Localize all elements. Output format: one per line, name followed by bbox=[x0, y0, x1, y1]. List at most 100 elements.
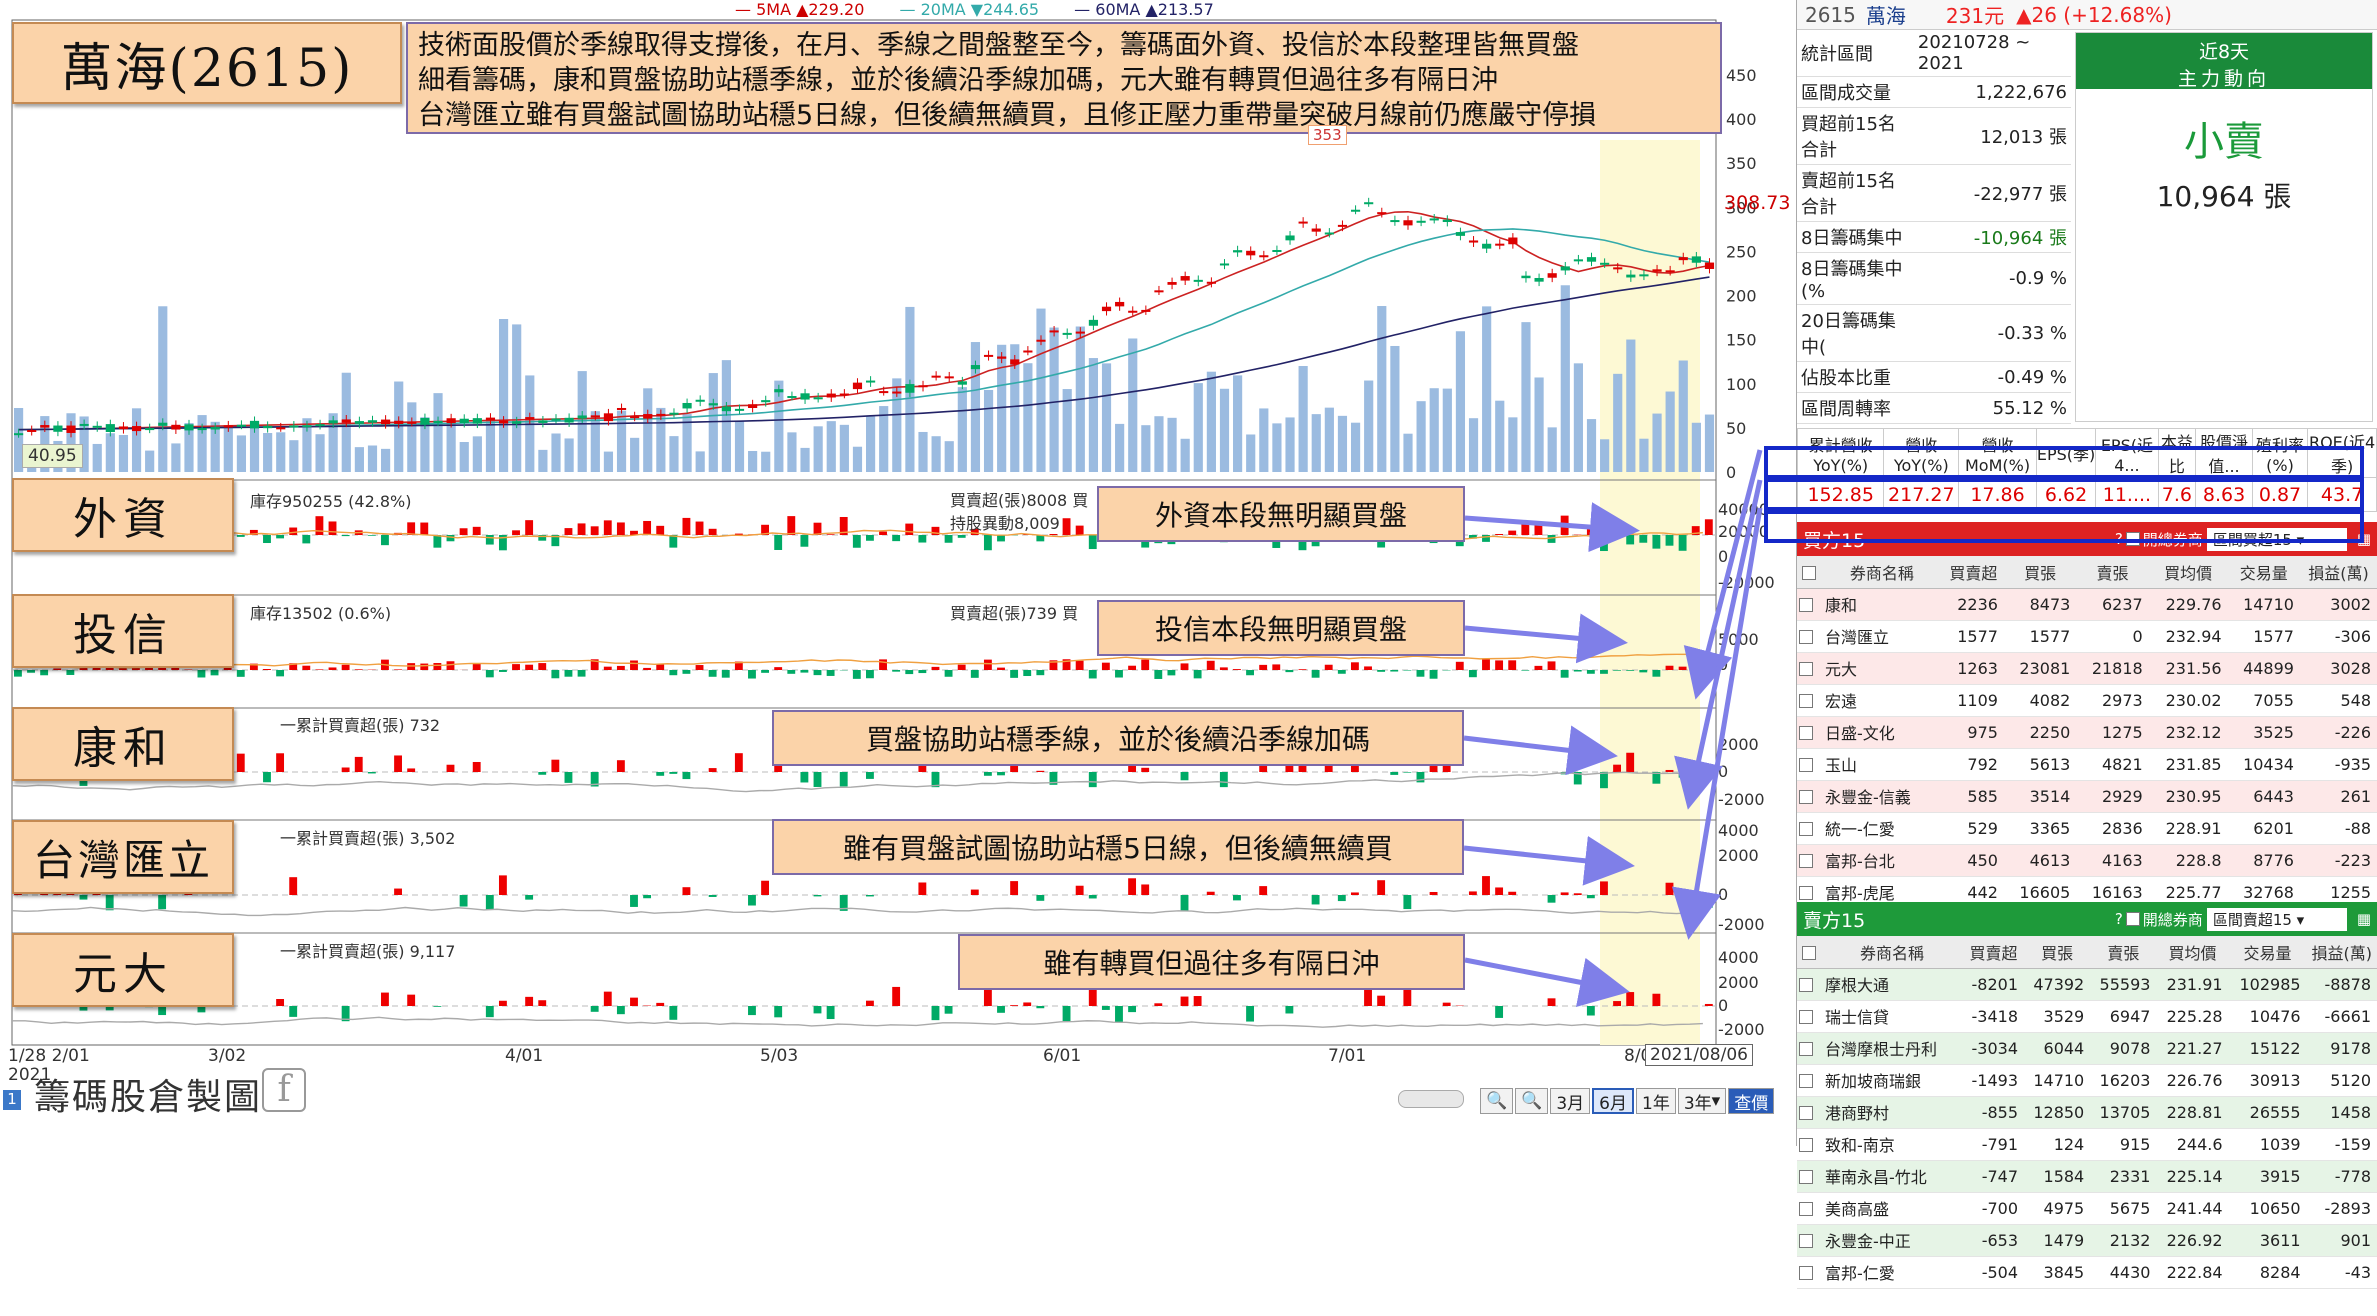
row-checkbox-cell[interactable] bbox=[1797, 1096, 1821, 1128]
col-header[interactable]: 損益(萬) bbox=[2300, 556, 2377, 588]
help-icon[interactable]: ? bbox=[2115, 910, 2123, 928]
facebook-icon[interactable]: f bbox=[262, 1068, 306, 1112]
table-row[interactable]: 港商野村-8551285013705228.81265551458 bbox=[1797, 1096, 2377, 1128]
row-checkbox[interactable] bbox=[1799, 758, 1813, 772]
table-row[interactable]: 富邦-台北45046134163228.88776-223 bbox=[1797, 844, 2377, 876]
broker-name[interactable]: 玉山 bbox=[1821, 748, 1943, 780]
broker-name[interactable]: 華南永昌-竹北 bbox=[1821, 1160, 1963, 1192]
broker-name[interactable]: 港商野村 bbox=[1821, 1096, 1963, 1128]
table-row[interactable]: 致和-南京-791124915244.61039-159 bbox=[1797, 1128, 2377, 1160]
select-all-checkbox[interactable] bbox=[1802, 566, 1816, 580]
row-checkbox-cell[interactable] bbox=[1797, 620, 1821, 652]
row-checkbox-cell[interactable] bbox=[1797, 1160, 1821, 1192]
col-header[interactable]: 賣張 bbox=[2076, 556, 2148, 588]
row-checkbox-cell[interactable] bbox=[1797, 1064, 1821, 1096]
row-checkbox[interactable] bbox=[1799, 1106, 1813, 1120]
broker-name[interactable]: 摩根大通 bbox=[1821, 968, 1963, 1000]
table-icon[interactable]: ▦ bbox=[2357, 910, 2371, 928]
table-row[interactable]: 玉山79256134821231.8510434-935 bbox=[1797, 748, 2377, 780]
row-checkbox[interactable] bbox=[1799, 978, 1813, 992]
row-checkbox[interactable] bbox=[1799, 1202, 1813, 1216]
row-checkbox[interactable] bbox=[1799, 694, 1813, 708]
row-checkbox[interactable] bbox=[1799, 1074, 1813, 1088]
broker-name[interactable]: 富邦-虎尾 bbox=[1821, 876, 1943, 902]
table-row[interactable]: 康和223684736237229.76147103002 bbox=[1797, 588, 2377, 620]
row-checkbox-cell[interactable] bbox=[1797, 716, 1821, 748]
row-checkbox[interactable] bbox=[1799, 1138, 1813, 1152]
broker-name[interactable]: 瑞士信貸 bbox=[1821, 1000, 1963, 1032]
col-header[interactable]: 賣張 bbox=[2090, 936, 2156, 968]
table-row[interactable]: 統一-仁愛52933652836228.916201-88 bbox=[1797, 812, 2377, 844]
row-checkbox[interactable] bbox=[1799, 1266, 1813, 1280]
row-checkbox[interactable] bbox=[1799, 1234, 1813, 1248]
btn-6m[interactable]: 6月 bbox=[1592, 1088, 1634, 1114]
col-checkbox[interactable] bbox=[1797, 936, 1821, 968]
row-checkbox-cell[interactable] bbox=[1797, 780, 1821, 812]
row-checkbox-cell[interactable] bbox=[1797, 812, 1821, 844]
scrollbar-handle[interactable] bbox=[1398, 1090, 1464, 1108]
btn-1y[interactable]: 1年 bbox=[1636, 1088, 1676, 1114]
table-row[interactable]: 瑞士信貸-341835296947225.2810476-6661 bbox=[1797, 1000, 2377, 1032]
row-checkbox[interactable] bbox=[1799, 886, 1813, 900]
col-header[interactable]: 買均價 bbox=[2149, 556, 2228, 588]
table-row[interactable]: 台灣匯立157715770232.941577-306 bbox=[1797, 620, 2377, 652]
row-checkbox-cell[interactable] bbox=[1797, 1256, 1821, 1288]
row-checkbox-cell[interactable] bbox=[1797, 876, 1821, 902]
btn-3y[interactable]: 3年▾ bbox=[1678, 1088, 1726, 1114]
table-row[interactable]: 永豐金-信義58535142929230.956443261 bbox=[1797, 780, 2377, 812]
table-row[interactable]: 華南永昌-竹北-74715842331225.143915-778 bbox=[1797, 1160, 2377, 1192]
row-checkbox-cell[interactable] bbox=[1797, 968, 1821, 1000]
col-header[interactable]: 買賣超 bbox=[1963, 936, 2024, 968]
broker-name[interactable]: 永豐金-中正 bbox=[1821, 1224, 1963, 1256]
col-header[interactable]: 買賣超 bbox=[1943, 556, 2004, 588]
row-checkbox[interactable] bbox=[1799, 1170, 1813, 1184]
tab-1[interactable]: 1 bbox=[3, 1090, 21, 1110]
table-row[interactable]: 日盛-文化97522501275232.123525-226 bbox=[1797, 716, 2377, 748]
table-row[interactable]: 永豐金-中正-65314792132226.923611901 bbox=[1797, 1224, 2377, 1256]
broker-name[interactable]: 元大 bbox=[1821, 652, 1943, 684]
row-checkbox-cell[interactable] bbox=[1797, 1192, 1821, 1224]
zoom-out-icon[interactable]: 🔍 bbox=[1480, 1088, 1513, 1114]
col-header[interactable]: 交易量 bbox=[2228, 556, 2300, 588]
row-checkbox[interactable] bbox=[1799, 630, 1813, 644]
row-checkbox-cell[interactable] bbox=[1797, 1032, 1821, 1064]
row-checkbox[interactable] bbox=[1799, 598, 1813, 612]
row-checkbox[interactable] bbox=[1799, 662, 1813, 676]
row-checkbox[interactable] bbox=[1799, 1010, 1813, 1024]
broker-name[interactable]: 新加坡商瑞銀 bbox=[1821, 1064, 1963, 1096]
row-checkbox-cell[interactable] bbox=[1797, 1224, 1821, 1256]
btn-query[interactable]: 查價 bbox=[1728, 1088, 1774, 1114]
broker-name[interactable]: 台灣匯立 bbox=[1821, 620, 1943, 652]
table-row[interactable]: 摩根大通-82014739255593231.91102985-8878 bbox=[1797, 968, 2377, 1000]
row-checkbox-cell[interactable] bbox=[1797, 588, 1821, 620]
col-header[interactable]: 損益(萬) bbox=[2307, 936, 2377, 968]
table-row[interactable]: 宏遠110940822973230.027055548 bbox=[1797, 684, 2377, 716]
row-checkbox[interactable] bbox=[1799, 822, 1813, 836]
row-checkbox[interactable] bbox=[1799, 1042, 1813, 1056]
row-checkbox-cell[interactable] bbox=[1797, 748, 1821, 780]
broker-name[interactable]: 富邦-台北 bbox=[1821, 844, 1943, 876]
broker-name[interactable]: 宏遠 bbox=[1821, 684, 1943, 716]
row-checkbox[interactable] bbox=[1799, 854, 1813, 868]
checkbox-open-broker[interactable] bbox=[2126, 912, 2140, 926]
broker-name[interactable]: 永豐金-信義 bbox=[1821, 780, 1943, 812]
broker-name[interactable]: 日盛-文化 bbox=[1821, 716, 1943, 748]
col-header[interactable]: 交易量 bbox=[2229, 936, 2307, 968]
broker-name[interactable]: 致和-南京 bbox=[1821, 1128, 1963, 1160]
table-row[interactable]: 富邦-仁愛-50438454430222.848284-43 bbox=[1797, 1256, 2377, 1288]
col-header[interactable]: 買張 bbox=[2024, 936, 2090, 968]
col-header[interactable]: 買均價 bbox=[2156, 936, 2228, 968]
row-checkbox-cell[interactable] bbox=[1797, 1128, 1821, 1160]
row-checkbox-cell[interactable] bbox=[1797, 652, 1821, 684]
table-row[interactable]: 美商高盛-70049755675241.4410650-2893 bbox=[1797, 1192, 2377, 1224]
row-checkbox-cell[interactable] bbox=[1797, 844, 1821, 876]
broker-name[interactable]: 美商高盛 bbox=[1821, 1192, 1963, 1224]
row-checkbox[interactable] bbox=[1799, 790, 1813, 804]
row-checkbox-cell[interactable] bbox=[1797, 1000, 1821, 1032]
zoom-in-icon[interactable]: 🔍 bbox=[1515, 1088, 1548, 1114]
table-row[interactable]: 元大12632308121818231.56448993028 bbox=[1797, 652, 2377, 684]
btn-3m[interactable]: 3月 bbox=[1550, 1088, 1590, 1114]
table-row[interactable]: 新加坡商瑞銀-14931471016203226.76309135120 bbox=[1797, 1064, 2377, 1096]
col-header[interactable]: 買張 bbox=[2004, 556, 2076, 588]
select-all-checkbox[interactable] bbox=[1802, 946, 1816, 960]
